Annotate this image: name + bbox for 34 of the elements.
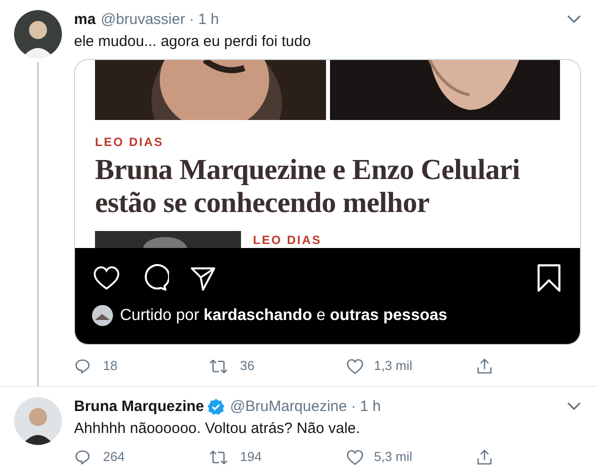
like-count: 1,3 mil: [374, 357, 412, 376]
dot-separator: ·: [189, 10, 194, 29]
user-handle[interactable]: @BruMarquezine: [230, 397, 347, 416]
news-headline: Bruna Marquezine e Enzo Celulari estão se conhecendo melhor: [95, 154, 521, 220]
chevron-down-icon[interactable]: [567, 402, 581, 411]
share-icon[interactable]: [476, 448, 493, 466]
tweet-time[interactable]: 1 h: [198, 10, 219, 29]
share-icon[interactable]: [476, 358, 493, 374]
reply-icon[interactable]: [74, 358, 91, 374]
like-count: 5,3 mil: [374, 448, 412, 466]
send-icon[interactable]: [189, 264, 217, 292]
tweet-text: ele mudou... agora eu perdi foi tudo: [74, 32, 312, 52]
reply-count: 264: [103, 448, 125, 466]
retweet-count: 36: [240, 357, 254, 376]
reply-icon[interactable]: [74, 448, 91, 466]
avatar[interactable]: [14, 10, 62, 58]
media-card[interactable]: LEO DIAS Bruna Marquezine e Enzo Celulari estão se conhecendo melhor LEO DIAS Curtido por kardaschando e outras pessoas: [74, 59, 581, 345]
dot-separator: ·: [350, 397, 356, 416]
retweet-icon[interactable]: [209, 358, 228, 374]
bookmark-icon[interactable]: [536, 263, 562, 293]
retweet-icon[interactable]: [209, 448, 228, 466]
retweet-count: 194: [240, 448, 262, 466]
display-name[interactable]: ma: [74, 10, 96, 29]
tweet-text: Ahhhhh nãoooooo. Voltou atrás? Não vale.: [74, 419, 362, 439]
news-source: LEO DIAS: [253, 232, 322, 248]
avatar: [92, 305, 113, 326]
user-handle[interactable]: @bruvassier: [100, 10, 186, 29]
display-name[interactable]: Bruna Marquezine: [74, 397, 204, 416]
reply-count: 18: [103, 357, 118, 376]
avatar[interactable]: [14, 397, 62, 445]
news-source: LEO DIAS: [95, 134, 165, 150]
tweet-time[interactable]: 1 h: [360, 397, 381, 416]
chevron-down-icon[interactable]: [567, 15, 581, 24]
liked-by-text: Curtido por kardaschando e outras pessoas: [120, 306, 448, 326]
